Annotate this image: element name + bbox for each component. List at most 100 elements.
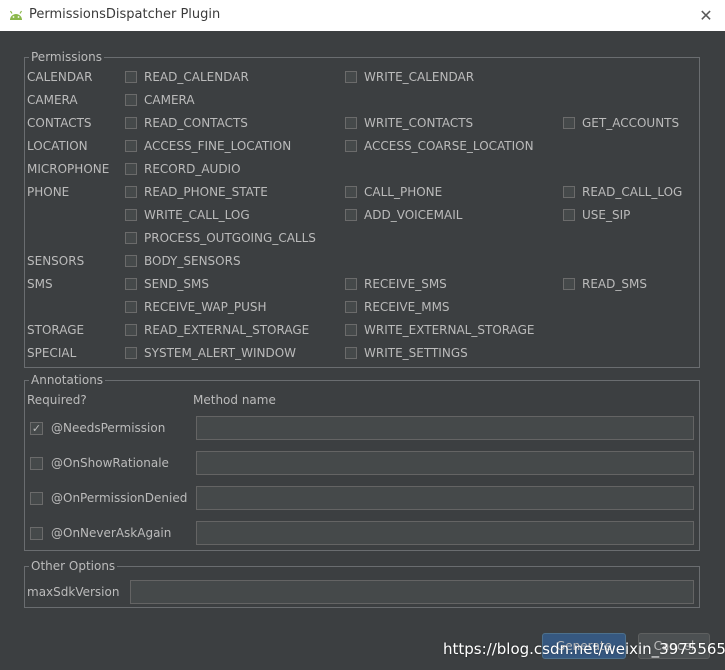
on-permission-denied-method-input[interactable] [196,486,694,510]
checkbox-box[interactable] [125,347,137,359]
close-button[interactable]: ✕ [695,4,717,26]
checkbox-label: USE_SIP [582,208,631,222]
checkbox-box[interactable] [125,324,137,336]
checkbox-receive-mms[interactable]: RECEIVE_MMS [345,299,450,315]
checkbox-box[interactable] [125,140,137,152]
checkbox-receive-wap-push[interactable]: RECEIVE_WAP_PUSH [125,299,267,315]
checkbox-box[interactable] [125,255,137,267]
checkbox-box[interactable] [125,117,137,129]
checkbox-get-accounts[interactable]: GET_ACCOUNTS [563,115,679,131]
checkbox-label: ACCESS_FINE_LOCATION [144,139,292,153]
checkbox-box[interactable] [345,347,357,359]
row-label-camera: CAMERA [27,93,78,107]
checkbox-label: READ_CALL_LOG [582,185,683,199]
required-header: Required? [27,393,87,407]
checkbox-record-audio[interactable]: RECORD_AUDIO [125,161,241,177]
checkbox-process-outgoing-calls[interactable]: PROCESS_OUTGOING_CALLS [125,230,316,246]
checkbox-box[interactable] [563,117,575,129]
checkbox-read-contacts[interactable]: READ_CONTACTS [125,115,248,131]
checkbox-box[interactable] [125,94,137,106]
on-never-ask-again-method-input[interactable] [196,521,694,545]
checkbox-box[interactable] [345,301,357,313]
checkbox-label: SEND_SMS [144,277,210,291]
checkbox-access-coarse-location[interactable]: ACCESS_COARSE_LOCATION [345,138,534,154]
checkbox-box[interactable] [125,163,137,175]
plugin-dialog: PermissionsDispatcher Plugin ✕ Permissio… [0,0,725,670]
watermark-text: https://blog.csdn.net/weixin_39755659 [443,640,725,658]
checkbox-write-external-storage[interactable]: WRITE_EXTERNAL_STORAGE [345,322,535,338]
checkbox-write-settings[interactable]: WRITE_SETTINGS [345,345,468,361]
needs-permission-method-input[interactable] [196,416,694,440]
checkbox-box[interactable] [125,301,137,313]
checkbox-label: READ_SMS [582,277,647,291]
checkbox-read-calendar[interactable]: READ_CALENDAR [125,69,249,85]
checkbox-read-sms[interactable]: READ_SMS [563,276,647,292]
checkbox-label: READ_CALENDAR [144,70,249,84]
checkbox-box[interactable] [30,491,43,505]
checkbox-add-voicemail[interactable]: ADD_VOICEMAIL [345,207,462,223]
checkbox-system-alert-window[interactable]: SYSTEM_ALERT_WINDOW [125,345,296,361]
checkbox-label: CAMERA [144,93,195,107]
checkbox-box[interactable] [563,278,575,290]
android-icon [9,10,23,20]
checkbox-read-external-storage[interactable]: READ_EXTERNAL_STORAGE [125,322,309,338]
checkbox-box[interactable] [125,232,137,244]
checkbox-needs-permission[interactable]: ✓ @NeedsPermission [30,419,165,437]
checkbox-box[interactable] [30,526,43,540]
checkbox-box[interactable] [125,278,137,290]
window-title: PermissionsDispatcher Plugin [29,7,221,22]
checkbox-box[interactable] [345,209,357,221]
max-sdk-version-input[interactable] [130,580,694,604]
checkbox-label: PROCESS_OUTGOING_CALLS [144,231,316,245]
checkbox-write-calendar[interactable]: WRITE_CALENDAR [345,69,474,85]
checkbox-label: @OnPermissionDenied [51,491,188,505]
checkbox-box[interactable] [345,324,357,336]
checkbox-access-fine-location[interactable]: ACCESS_FINE_LOCATION [125,138,291,154]
checkbox-read-phone-state[interactable]: READ_PHONE_STATE [125,184,268,200]
checkbox-label: WRITE_CALENDAR [364,70,475,84]
checkbox-box[interactable] [563,209,575,221]
checkbox-box[interactable] [563,186,575,198]
checkbox-on-never-ask-again[interactable]: @OnNeverAskAgain [30,524,171,542]
checkbox-label: ACCESS_COARSE_LOCATION [364,139,534,153]
row-label-sms: SMS [27,277,53,291]
checkbox-box[interactable] [30,456,43,470]
check-mark-icon: ✓ [31,421,42,435]
checkbox-send-sms[interactable]: SEND_SMS [125,276,209,292]
checkbox-label: WRITE_SETTINGS [364,346,468,360]
checkbox-use-sip[interactable]: USE_SIP [563,207,630,223]
checkbox-box[interactable] [345,117,357,129]
max-sdk-version-label: maxSdkVersion [27,585,120,599]
checkbox-label: @OnShowRationale [51,456,169,470]
checkbox-box[interactable] [345,278,357,290]
close-icon: ✕ [699,5,713,25]
checkbox-label: ADD_VOICEMAIL [364,208,463,222]
checkbox-label: WRITE_CONTACTS [364,116,474,130]
checkbox-on-permission-denied[interactable]: @OnPermissionDenied [30,489,187,507]
checkbox-write-contacts[interactable]: WRITE_CONTACTS [345,115,473,131]
annotations-legend: Annotations [31,373,104,387]
row-label-phone: PHONE [27,185,70,199]
on-show-rationale-method-input[interactable] [196,451,694,475]
checkbox-read-call-log[interactable]: READ_CALL_LOG [563,184,682,200]
checkbox-label: READ_PHONE_STATE [144,185,268,199]
checkbox-label: @NeedsPermission [51,421,166,435]
checkbox-box[interactable] [125,71,137,83]
title-bar: PermissionsDispatcher Plugin ✕ [0,0,725,31]
checkbox-receive-sms[interactable]: RECEIVE_SMS [345,276,447,292]
checkbox-box[interactable] [345,71,357,83]
checkbox-box[interactable] [125,209,137,221]
checkbox-write-call-log[interactable]: WRITE_CALL_LOG [125,207,250,223]
checkbox-label: READ_EXTERNAL_STORAGE [144,323,310,337]
checkbox-label: RECEIVE_SMS [364,277,447,291]
checkbox-box[interactable]: ✓ [30,421,43,435]
checkbox-box[interactable] [345,140,357,152]
row-label-location: LOCATION [27,139,88,153]
checkbox-box[interactable] [345,186,357,198]
checkbox-label: @OnNeverAskAgain [51,526,172,540]
checkbox-camera[interactable]: CAMERA [125,92,195,108]
checkbox-box[interactable] [125,186,137,198]
checkbox-body-sensors[interactable]: BODY_SENSORS [125,253,241,269]
checkbox-on-show-rationale[interactable]: @OnShowRationale [30,454,169,472]
checkbox-call-phone[interactable]: CALL_PHONE [345,184,442,200]
